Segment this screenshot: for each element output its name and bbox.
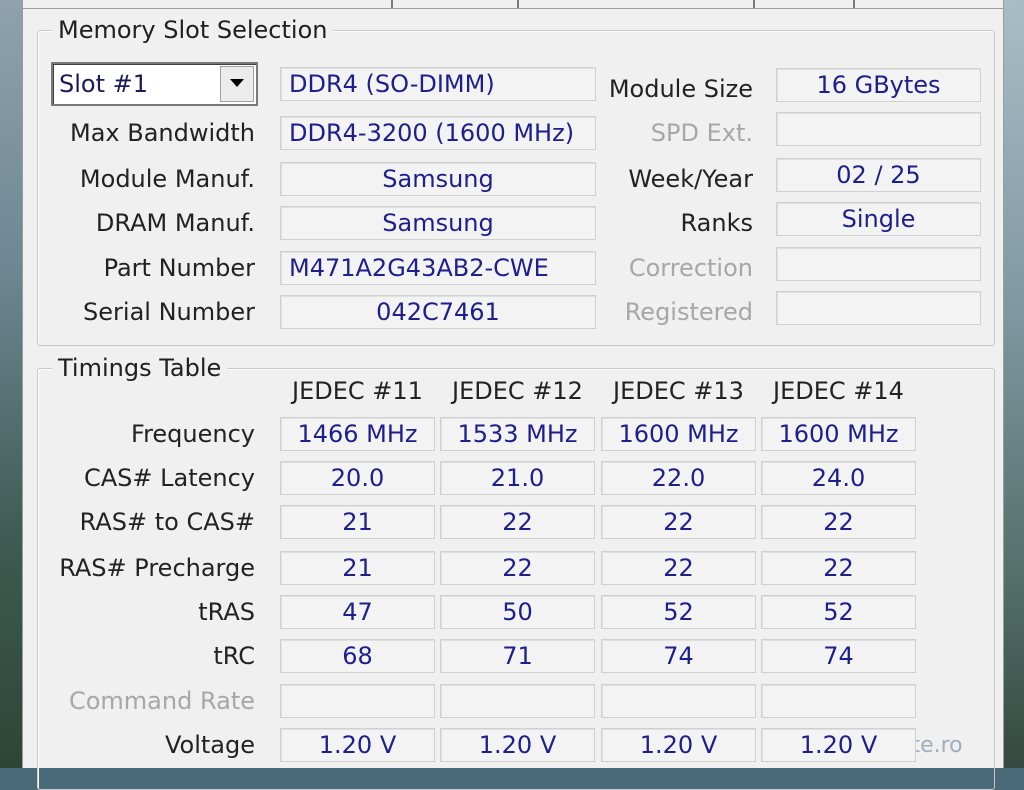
group-title-memory-slot: Memory Slot Selection [52,15,334,45]
label-spd-ext: SPD Ext. [650,119,753,147]
column-header-jedec: JEDEC #11 [292,377,423,405]
timing-cell-ras-to-cas: 22 [440,505,595,539]
value-part-number: M471A2G43AB2-CWE [280,251,596,285]
timing-cell-tras: 50 [440,595,595,629]
timing-cell-voltage: 1.20 V [761,728,916,762]
chevron-down-icon [230,79,244,87]
label-module-size: Module Size [608,75,753,103]
timing-label-ras-precharge: RAS# Precharge [59,554,255,582]
label-ranks: Ranks [680,209,753,237]
timing-cell-trc: 71 [440,639,595,673]
timing-cell-voltage: 1.20 V [601,728,756,762]
timing-cell-ras-precharge: 22 [440,551,595,585]
timing-cell-frequency: 1466 MHz [280,417,435,451]
timing-cell-trc: 74 [601,639,756,673]
value-dram-manuf: Samsung [280,206,596,240]
timing-cell-cas-latency: 24.0 [761,461,916,495]
timing-cell-tras: 52 [601,595,756,629]
label-registered: Registered [624,298,753,326]
value-ranks: Single [776,202,981,236]
timing-cell-voltage: 1.20 V [280,728,435,762]
timing-label-ras-to-cas: RAS# to CAS# [79,508,255,536]
column-header-jedec: JEDEC #12 [452,377,583,405]
label-correction: Correction [628,254,753,282]
timing-cell-ras-to-cas: 22 [601,505,756,539]
label-serial-number: Serial Number [83,298,255,326]
timing-cell-voltage: 1.20 V [440,728,595,762]
timing-cell-tras: 47 [280,595,435,629]
timing-label-frequency: Frequency [131,420,255,448]
tab-edge [753,0,755,8]
timing-cell-frequency: 1600 MHz [761,417,916,451]
timing-cell-trc: 68 [280,639,435,673]
value-registered [776,291,981,325]
timing-cell-command-rate [761,684,916,718]
column-header-jedec: JEDEC #14 [773,377,904,405]
tab-strip [23,0,1003,9]
value-spd-ext [776,112,981,146]
value-module-manuf: Samsung [280,162,596,196]
label-part-number: Part Number [103,254,255,282]
timing-cell-ras-precharge: 22 [601,551,756,585]
timing-cell-tras: 52 [761,595,916,629]
module-type-field: DDR4 (SO-DIMM) [280,67,596,101]
desktop-background-right [1002,0,1024,768]
timing-cell-command-rate [280,684,435,718]
spd-window: Memory Slot Selection Slot #1 DDR4 (SO-D… [22,0,1004,790]
slot-select[interactable]: Slot #1 [51,62,258,106]
value-module-size: 16 GBytes [776,68,981,102]
timing-cell-ras-precharge: 21 [280,551,435,585]
timing-cell-ras-to-cas: 21 [280,505,435,539]
label-dram-manuf: DRAM Manuf. [95,209,255,237]
timing-label-cas-latency: CAS# Latency [83,464,255,492]
value-correction [776,247,981,281]
timing-label-trc: tRC [213,642,255,670]
value-max-bandwidth: DDR4-3200 (1600 MHz) [280,116,596,150]
label-week-year: Week/Year [628,165,753,193]
timing-cell-cas-latency: 22.0 [601,461,756,495]
tab-edge [853,0,855,8]
timing-cell-trc: 74 [761,639,916,673]
slot-dropdown-button[interactable] [220,66,254,102]
timing-cell-command-rate [601,684,756,718]
value-week-year: 02 / 25 [776,158,981,192]
timing-cell-command-rate [440,684,595,718]
timing-cell-frequency: 1533 MHz [440,417,595,451]
timing-cell-cas-latency: 21.0 [440,461,595,495]
timing-cell-cas-latency: 20.0 [280,461,435,495]
timing-cell-ras-to-cas: 22 [761,505,916,539]
timing-label-command-rate: Command Rate [68,687,255,715]
tab-edge [517,0,519,8]
desktop-background-left [0,0,22,768]
timing-label-voltage: Voltage [164,731,255,759]
group-title-timings: Timings Table [52,353,228,383]
value-serial-number: 042C7461 [280,295,596,329]
label-module-manuf: Module Manuf. [79,165,255,193]
slot-select-value: Slot #1 [59,70,149,98]
timing-label-tras: tRAS [198,598,255,626]
tab-edge [391,0,393,8]
timing-cell-ras-precharge: 22 [761,551,916,585]
timing-cell-frequency: 1600 MHz [601,417,756,451]
label-max-bandwidth: Max Bandwidth [69,119,255,147]
column-header-jedec: JEDEC #13 [613,377,744,405]
